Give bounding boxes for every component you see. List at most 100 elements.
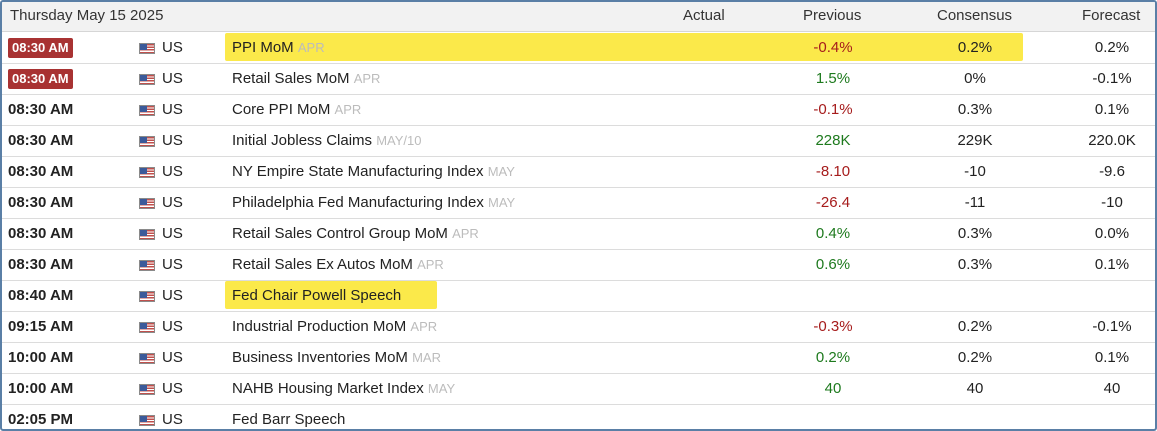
consensus-value: 0.2% — [957, 349, 993, 366]
event-period: MAY — [488, 195, 516, 210]
event-name-link[interactable]: Fed Chair Powell Speech — [232, 287, 401, 304]
country-code: US — [162, 349, 183, 366]
country-code: US — [162, 163, 183, 180]
country-code: US — [162, 70, 183, 87]
event-row[interactable]: 08:30 AM US Philadelphia Fed Manufacturing… — [2, 188, 1155, 219]
date-heading: Thursday May 15 2025 — [10, 7, 164, 24]
previous-value: 0.6% — [815, 256, 851, 273]
event-row[interactable]: 02:05 PM US Fed Barr Speech — [2, 405, 1155, 429]
country-code: US — [162, 39, 183, 56]
forecast-value: 0.1% — [1094, 349, 1130, 366]
consensus-value: 40 — [966, 380, 984, 397]
previous-value: -8.10 — [815, 163, 851, 180]
consensus-value: -11 — [964, 194, 986, 211]
forecast-value: 0.2% — [1094, 39, 1130, 56]
us-flag-icon — [139, 415, 155, 426]
event-name-link[interactable]: Initial Jobless Claims MAY/10 — [232, 132, 422, 149]
event-name: Retail Sales Control Group MoM — [232, 225, 448, 242]
previous-value: 40 — [824, 380, 842, 397]
event-row[interactable]: 08:30 AM US PPI MoM APR -0.4% 0.2% 0.2% — [2, 33, 1155, 64]
event-time: 08:30 AM — [8, 163, 74, 180]
us-flag-icon — [139, 136, 155, 147]
event-time: 09:15 AM — [8, 318, 74, 335]
event-time: 02:05 PM — [8, 411, 74, 428]
event-time: 08:30 AM — [8, 194, 74, 211]
us-flag-icon — [139, 74, 155, 85]
consensus-value: 0.3% — [957, 101, 993, 118]
event-highlight — [225, 33, 1023, 61]
event-row[interactable]: 08:30 AM US Retail Sales Control Group MoM… — [2, 219, 1155, 250]
calendar-header: Thursday May 15 2025 Actual Previous Con… — [2, 2, 1155, 32]
previous-value: -0.1% — [813, 101, 853, 118]
event-time: 08:30 AM — [8, 256, 74, 273]
forecast-value: 220.0K — [1088, 132, 1136, 149]
event-name: Retail Sales MoM — [232, 70, 350, 87]
us-flag-icon — [139, 322, 155, 333]
event-name-link[interactable]: Retail Sales MoM APR — [232, 70, 380, 87]
event-name: NY Empire State Manufacturing Index — [232, 163, 484, 180]
event-row[interactable]: 09:15 AM US Industrial Production MoM APR -… — [2, 312, 1155, 343]
event-name-link[interactable]: Business Inventories MoM MAR — [232, 349, 441, 366]
us-flag-icon — [139, 105, 155, 116]
previous-value: 1.5% — [815, 70, 851, 87]
event-row[interactable]: 08:30 AM US Core PPI MoM APR -0.1% 0.3% 0.1% — [2, 95, 1155, 126]
event-row[interactable]: 08:30 AM US Retail Sales MoM APR 1.5% 0% -0.1… — [2, 64, 1155, 95]
event-name-link[interactable]: Fed Barr Speech — [232, 411, 345, 428]
event-period: MAY — [427, 381, 456, 396]
event-name: Business Inventories MoM — [232, 349, 408, 366]
previous-column-header[interactable]: Previous — [803, 7, 861, 24]
previous-value: 228K — [815, 132, 851, 149]
event-name: PPI MoM — [232, 39, 294, 56]
event-name: Core PPI MoM — [232, 101, 331, 118]
consensus-value: 0.2% — [957, 39, 993, 56]
event-period: MAY/10 — [376, 133, 422, 148]
event-period: APR — [410, 319, 438, 334]
event-time: 08:30 AM — [8, 225, 74, 242]
consensus-value: -10 — [964, 163, 986, 180]
event-name-link[interactable]: Retail Sales Ex Autos MoM APR — [232, 256, 444, 273]
consensus-value: 0.2% — [957, 318, 993, 335]
event-time: 10:00 AM — [8, 380, 74, 397]
previous-value: 0.2% — [815, 349, 851, 366]
event-time: 08:30 AM — [8, 101, 74, 118]
event-name-link[interactable]: PPI MoM APR — [232, 39, 325, 56]
country-code: US — [162, 256, 183, 273]
event-name-link[interactable]: Retail Sales Control Group MoM APR — [232, 225, 479, 242]
event-name: Philadelphia Fed Manufacturing Index — [232, 194, 484, 211]
event-row[interactable]: 08:30 AM US NY Empire State Manufacturing … — [2, 157, 1155, 188]
event-name-link[interactable]: Philadelphia Fed Manufacturing Index MAY — [232, 194, 515, 211]
us-flag-icon — [139, 229, 155, 240]
forecast-value: -10 — [1101, 194, 1123, 211]
event-name: Initial Jobless Claims — [232, 132, 373, 149]
event-row[interactable]: 08:30 AM US Initial Jobless Claims MAY/10 2… — [2, 126, 1155, 157]
event-name-link[interactable]: Core PPI MoM APR — [232, 101, 361, 118]
country-code: US — [162, 318, 183, 335]
event-period: APR — [353, 71, 381, 86]
event-row[interactable]: 08:30 AM US Retail Sales Ex Autos MoM APR 0… — [2, 250, 1155, 281]
event-period: MAR — [412, 350, 441, 365]
event-name: Industrial Production MoM — [232, 318, 407, 335]
event-row[interactable]: 10:00 AM US NAHB Housing Market Index MAY 4… — [2, 374, 1155, 405]
event-row[interactable]: 10:00 AM US Business Inventories MoM MAR 0.… — [2, 343, 1155, 374]
event-name-link[interactable]: NAHB Housing Market Index MAY — [232, 380, 455, 397]
consensus-column-header[interactable]: Consensus — [937, 7, 1012, 24]
country-code: US — [162, 287, 183, 304]
consensus-value: 0% — [964, 70, 986, 87]
country-code: US — [162, 225, 183, 242]
us-flag-icon — [139, 384, 155, 395]
us-flag-icon — [139, 260, 155, 271]
forecast-value: -9.6 — [1099, 163, 1125, 180]
event-period: MAY — [487, 164, 515, 179]
event-name-link[interactable]: NY Empire State Manufacturing Index MAY — [232, 163, 515, 180]
country-code: US — [162, 101, 183, 118]
forecast-column-header[interactable]: Forecast — [1082, 7, 1140, 24]
forecast-value: -0.1% — [1092, 70, 1132, 87]
event-name: Fed Chair Powell Speech — [232, 287, 402, 304]
event-name-link[interactable]: Industrial Production MoM APR — [232, 318, 437, 335]
event-row[interactable]: 08:40 AM US Fed Chair Powell Speech — [2, 281, 1155, 312]
us-flag-icon — [139, 43, 155, 54]
actual-column-header[interactable]: Actual — [683, 7, 725, 24]
previous-value: -0.4% — [813, 39, 853, 56]
event-list: 08:30 AM US PPI MoM APR -0.4% 0.2% 0.2% 08:30 … — [2, 33, 1155, 429]
consensus-value: 229K — [957, 132, 993, 149]
